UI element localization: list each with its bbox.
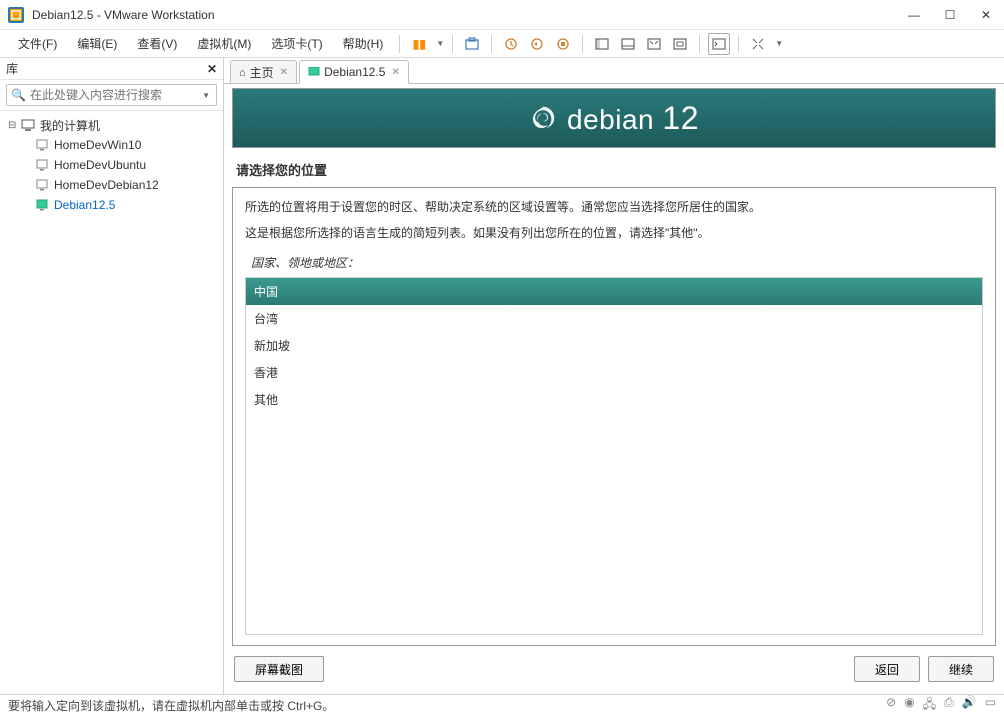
location-option[interactable]: 新加坡 <box>246 332 982 359</box>
tree-root-label: 我的计算机 <box>40 117 100 134</box>
vm-on-icon <box>308 67 320 77</box>
vm-off-icon <box>34 178 50 192</box>
view-unity-icon[interactable] <box>669 33 691 55</box>
location-option[interactable]: 中国 <box>246 278 982 305</box>
back-button[interactable]: 返回 <box>854 656 920 682</box>
tree-root-my-computer[interactable]: ⊟ 我的计算机 <box>6 115 217 135</box>
tabstrip: ⌂ 主页 ✕ Debian12.5 ✕ <box>224 58 1004 84</box>
status-device-icons: ⊘ ◉ 🖧 ⎙ 🔊 ▭ <box>886 695 996 716</box>
close-button[interactable]: ✕ <box>976 8 996 22</box>
debian-swirl-icon <box>529 104 557 132</box>
vmware-app-icon <box>8 7 24 23</box>
library-search-input[interactable] <box>30 88 200 102</box>
snapshot-revert-icon[interactable] <box>526 33 548 55</box>
installer-panel: 所选的位置将用于设置您的时区、帮助决定系统的区域设置等。通常您应当选择您所居住的… <box>232 187 996 646</box>
installer-text-1: 所选的位置将用于设置您的时区、帮助决定系统的区域设置等。通常您应当选择您所居住的… <box>245 198 983 216</box>
vm-on-icon <box>34 198 50 212</box>
tab-close-icon[interactable]: ✕ <box>280 67 288 78</box>
power-dropdown[interactable]: ▼ <box>436 39 444 48</box>
window-title: Debian12.5 - VMware Workstation <box>32 8 904 22</box>
menu-edit[interactable]: 编辑(E) <box>69 32 125 55</box>
collapse-icon[interactable]: ⊟ <box>8 120 20 131</box>
tree-vm-item[interactable]: HomeDevUbuntu <box>6 155 217 175</box>
status-text: 要将输入定向到该虚拟机，请在虚拟机内部单击或按 Ctrl+G。 <box>8 697 886 714</box>
tab-close-icon[interactable]: ✕ <box>391 67 399 78</box>
installer-field-label: 国家、领地或地区： <box>251 254 983 271</box>
tree-vm-item[interactable]: HomeDevWin10 <box>6 135 217 155</box>
tab-vm-active[interactable]: Debian12.5 ✕ <box>299 60 409 84</box>
stretch-dropdown[interactable]: ▼ <box>775 39 783 48</box>
menu-file[interactable]: 文件(F) <box>10 32 65 55</box>
debian-brand-text: debian 12 <box>567 100 699 137</box>
continue-button[interactable]: 继续 <box>928 656 994 682</box>
vm-console[interactable]: debian 12 请选择您的位置 所选的位置将用于设置您的时区、帮助决定系统的… <box>224 84 1004 694</box>
view-console-icon[interactable] <box>617 33 639 55</box>
status-usb-icon[interactable]: ⎙ <box>944 695 954 716</box>
tree-vm-item-active[interactable]: Debian12.5 <box>6 195 217 215</box>
location-option[interactable]: 香港 <box>246 359 982 386</box>
vm-off-icon <box>34 138 50 152</box>
library-title: 库 <box>6 60 207 77</box>
status-net-icon[interactable]: 🖧 <box>923 695 936 716</box>
status-cd-icon[interactable]: ◉ <box>904 695 914 716</box>
menu-vm[interactable]: 虚拟机(M) <box>189 32 259 55</box>
tab-home[interactable]: ⌂ 主页 ✕ <box>230 60 297 84</box>
view-fullscreen-icon[interactable] <box>643 33 665 55</box>
installer-text-2: 这是根据您所选择的语言生成的简短列表。如果没有列出您所在的位置，请选择"其他"。 <box>245 224 983 242</box>
home-icon: ⌂ <box>239 67 246 79</box>
snapshot-manage-icon[interactable] <box>552 33 574 55</box>
computer-icon <box>20 118 36 132</box>
vm-tree: ⊟ 我的计算机 HomeDevWin10 HomeDevUbuntu HomeD… <box>0 111 223 694</box>
search-dropdown[interactable]: ▼ <box>200 91 212 100</box>
menu-tabs[interactable]: 选项卡(T) <box>263 32 330 55</box>
console-button[interactable] <box>708 33 730 55</box>
library-close-button[interactable]: ✕ <box>207 62 217 76</box>
location-listbox[interactable]: 中国台湾新加坡香港其他 <box>245 277 983 635</box>
debian-banner: debian 12 <box>232 88 996 148</box>
status-display-icon[interactable]: ▭ <box>985 695 996 716</box>
maximize-button[interactable]: ☐ <box>940 8 960 22</box>
window-titlebar: Debian12.5 - VMware Workstation — ☐ ✕ <box>0 0 1004 30</box>
view-single-icon[interactable] <box>591 33 613 55</box>
menu-view[interactable]: 查看(V) <box>129 32 185 55</box>
library-sidebar: 库 ✕ 🔍 ▼ ⊟ 我的计算机 HomeDevWin10 <box>0 58 224 694</box>
stretch-icon[interactable] <box>747 33 769 55</box>
snapshot-button[interactable] <box>461 33 483 55</box>
search-icon: 🔍 <box>11 88 26 102</box>
status-sound-icon[interactable]: 🔊 <box>962 695 977 716</box>
screenshot-button[interactable]: 屏幕截图 <box>234 656 324 682</box>
pause-button[interactable]: ▮▮ <box>408 33 430 55</box>
status-disk-icon[interactable]: ⊘ <box>886 695 896 716</box>
vm-off-icon <box>34 158 50 172</box>
location-option[interactable]: 台湾 <box>246 305 982 332</box>
snapshot-take-icon[interactable] <box>500 33 522 55</box>
statusbar: 要将输入定向到该虚拟机，请在虚拟机内部单击或按 Ctrl+G。 ⊘ ◉ 🖧 ⎙ … <box>0 694 1004 716</box>
installer-heading: 请选择您的位置 <box>232 148 996 187</box>
tree-vm-item[interactable]: HomeDevDebian12 <box>6 175 217 195</box>
location-option[interactable]: 其他 <box>246 386 982 413</box>
menubar: 文件(F) 编辑(E) 查看(V) 虚拟机(M) 选项卡(T) 帮助(H) ▮▮… <box>0 30 1004 58</box>
menu-help[interactable]: 帮助(H) <box>335 32 392 55</box>
minimize-button[interactable]: — <box>904 8 924 22</box>
